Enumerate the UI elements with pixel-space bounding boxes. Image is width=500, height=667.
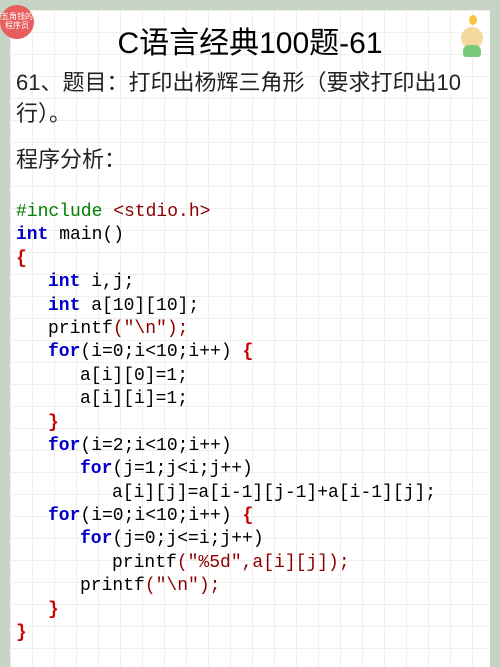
analysis-label: 程序分析： [16,142,484,174]
rbrace: } [16,623,27,643]
lbrace: { [16,249,27,269]
code-block: #include <stdio.h> int main() { int i,j;… [16,178,484,646]
printf-nl-args: ("\n"); [145,576,221,596]
for-kw: for [48,342,80,362]
author-badge: 五角钱的程序员 [0,5,34,39]
assign-a-i-0: a[i][0]=1; [80,366,188,386]
printf-fn: printf [80,576,145,596]
for1-cond: (i=0;i<10;i++) [80,342,242,362]
decl-ij: i,j; [80,272,134,292]
for-kw: for [48,506,80,526]
preprocessor: #include [16,202,102,222]
printf-fn: printf [48,319,113,339]
int-kw: int [48,296,80,316]
lbrace: { [242,506,253,526]
lbrace: { [242,342,253,362]
badge-text: 五角钱的程序员 [0,13,34,31]
problem-statement: 61、题目：打印出杨辉三角形（要求打印出10行）。 [16,68,484,130]
decl-arr: a[10][10]; [80,296,199,316]
for3-inner: (j=0;j<=i;j++) [112,529,263,549]
int-kw: int [16,225,48,245]
for-kw: for [48,436,80,456]
for2-inner: (j=1;j<i;j++) [112,459,252,479]
balloon-icon [469,15,477,25]
rbrace: } [48,600,59,620]
printf-fn: printf [112,553,177,573]
for-kw: for [80,529,112,549]
printf-args: ("\n"); [113,319,189,339]
rbrace: } [48,413,59,433]
main-fn: main() [48,225,124,245]
page-title: C语言经典100题-61 [16,18,484,62]
printf-fmt-args: ("%5d",a[i][j]); [177,553,350,573]
document-paper: C语言经典100题-61 61、题目：打印出杨辉三角形（要求打印出10行）。 程… [10,10,490,667]
for2-cond: (i=2;i<10;i++) [80,436,231,456]
include-lib: <stdio.h> [102,202,210,222]
int-kw: int [48,272,80,292]
for-kw: for [80,459,112,479]
for3-cond: (i=0;i<10;i++) [80,506,242,526]
shirt-icon [463,45,481,57]
triangle-assign: a[i][j]=a[i-1][j-1]+a[i-1][j]; [112,483,436,503]
assign-a-i-i: a[i][i]=1; [80,389,188,409]
character-decoration [450,15,485,60]
